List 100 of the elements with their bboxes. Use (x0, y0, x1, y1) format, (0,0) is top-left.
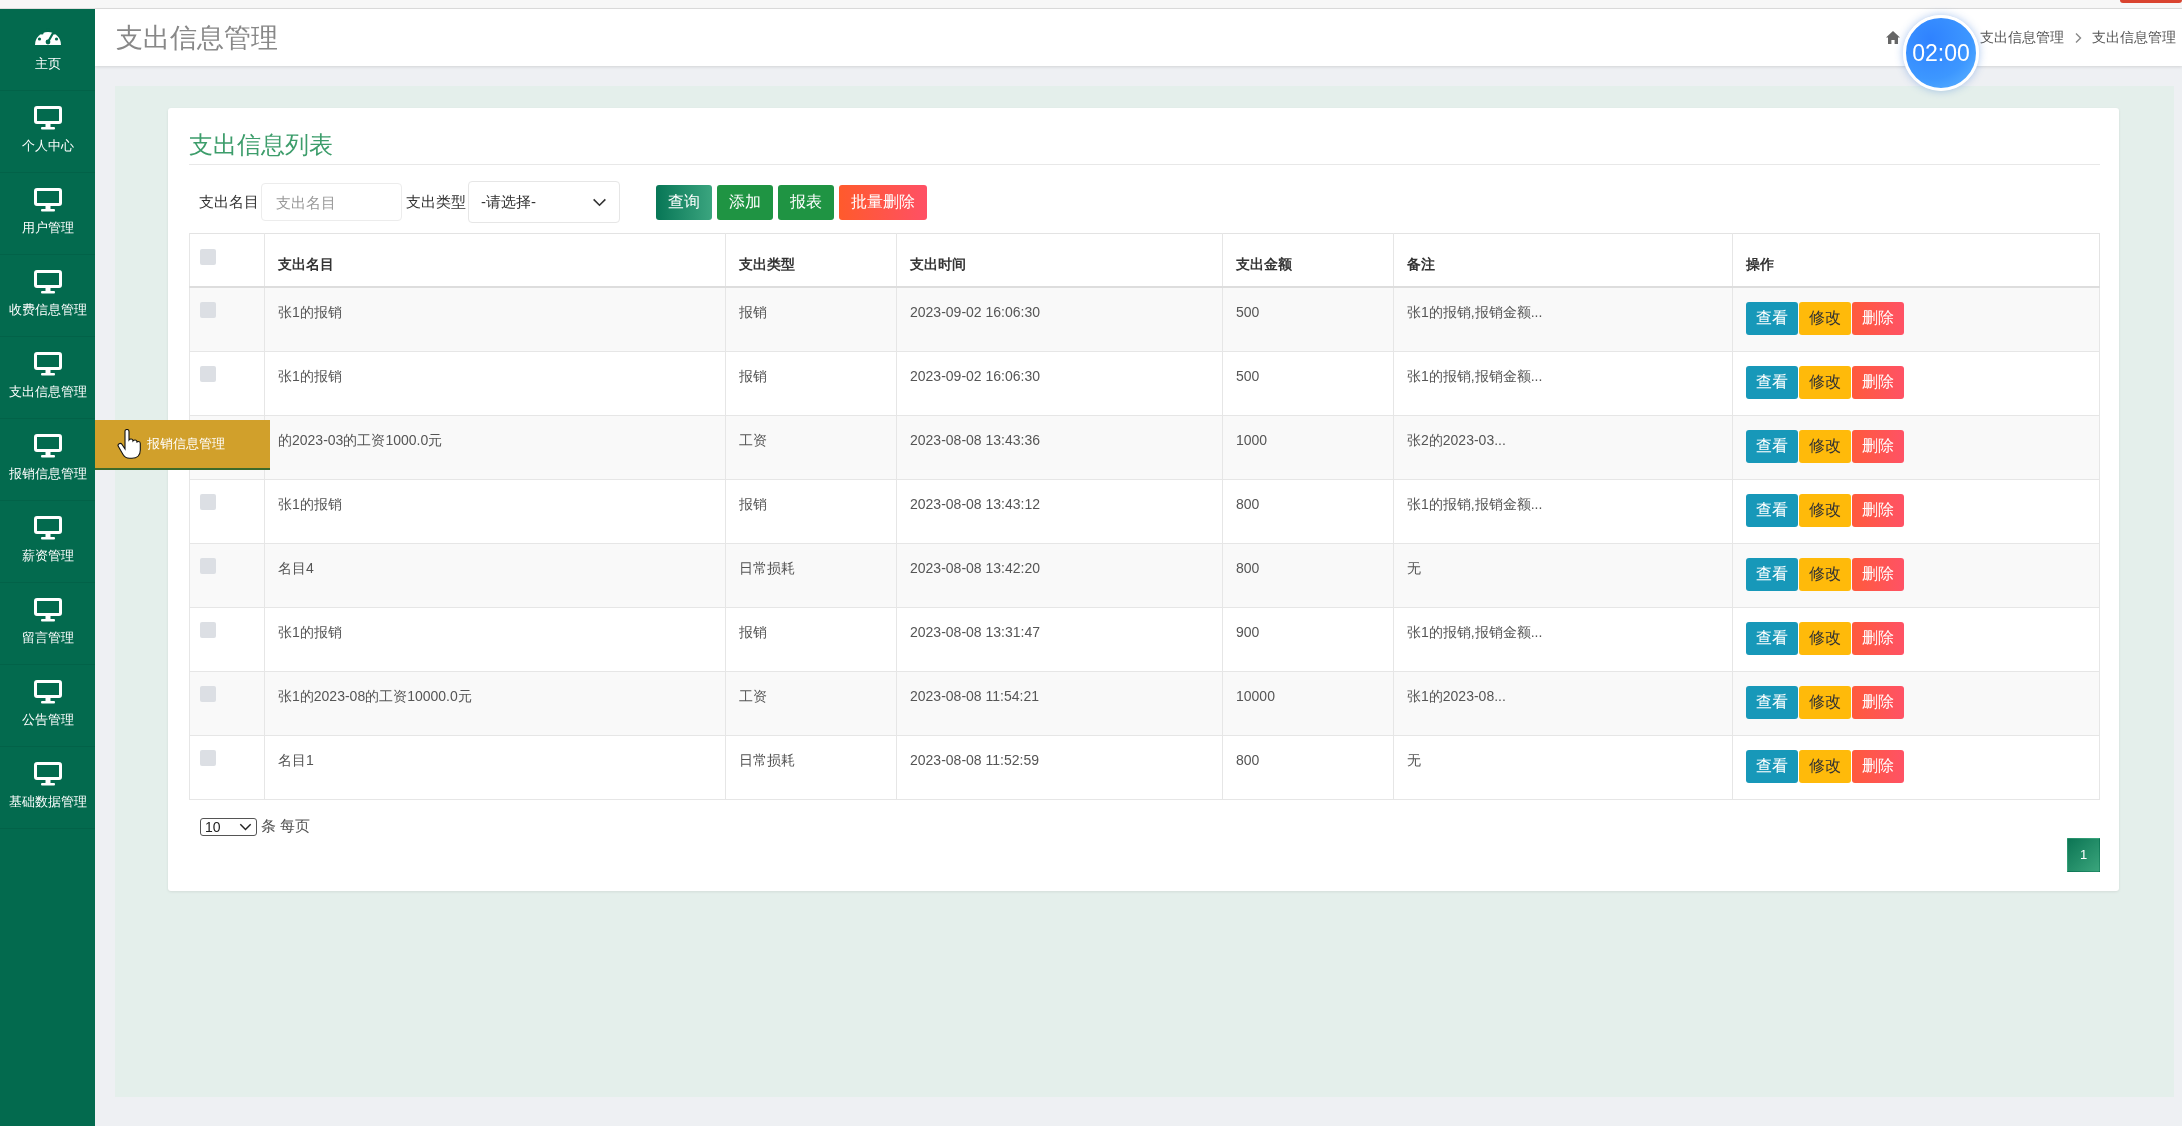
table-cell: 报销 (739, 304, 767, 320)
table-cell: 2023-08-08 13:42:20 (910, 559, 1040, 576)
table-cell: 2023-08-08 13:31:47 (910, 623, 1040, 640)
column-header: 支出类型 (739, 256, 795, 272)
table-cell: 800 (1236, 751, 1260, 768)
sidebar-item[interactable]: 留言管理 (0, 583, 95, 665)
table-cell: 2023-08-08 11:52:59 (910, 751, 1039, 768)
checkbox[interactable] (200, 621, 216, 638)
page-size-select[interactable]: 10 (200, 817, 257, 836)
table-cell: 张1的报销 (278, 623, 342, 640)
table-cell: 张1的报销,报销金额... (1407, 623, 1543, 640)
table-cell: 2023-08-08 13:43:12 (910, 495, 1040, 512)
table-cell: 张1的报销,报销金额... (1407, 495, 1543, 512)
table-cell: 名目4 (278, 559, 314, 576)
table-cell: 张1的2023-08的工资10000.0元 (278, 687, 472, 704)
sidebar-item[interactable]: 基础数据管理 (0, 747, 95, 829)
view-button[interactable]: 查看 (1746, 557, 1798, 591)
table-cell: 张2的2023-03... (1407, 431, 1506, 448)
cut-off-button[interactable] (2120, 0, 2182, 3)
chevron-down-icon (592, 197, 607, 207)
type-select[interactable]: -请选择- (468, 181, 620, 223)
monitor-icon (33, 352, 62, 376)
edit-button[interactable]: 修改 (1799, 749, 1851, 783)
table-cell: 张1的报销,报销金额... (1407, 304, 1543, 320)
table-cell: 500 (1236, 367, 1260, 384)
table-cell: 2023-08-08 13:43:36 (910, 431, 1040, 448)
checkbox[interactable] (200, 749, 216, 766)
column-header: 支出时间 (910, 256, 966, 272)
table-cell: 2023-09-02 16:06:30 (910, 304, 1040, 320)
add-button[interactable]: 添加 (717, 184, 773, 220)
table-cell: 报销 (739, 367, 767, 384)
card-title: 支出信息列表 (189, 131, 333, 158)
table-cell: 报销 (739, 495, 767, 512)
table-cell: 800 (1236, 495, 1260, 512)
table-cell: 的2023-03的工资1000.0元 (278, 431, 443, 448)
sidebar-item[interactable]: 用户管理 (0, 173, 95, 255)
edit-button[interactable]: 修改 (1799, 365, 1851, 399)
monitor-icon (33, 106, 62, 130)
view-button[interactable]: 查看 (1746, 749, 1798, 783)
view-button[interactable]: 查看 (1746, 685, 1798, 719)
table-cell: 工资 (739, 687, 767, 704)
breadcrumb-link[interactable]: 支出信息管理 (1980, 28, 2064, 47)
view-button[interactable]: 查看 (1746, 302, 1798, 335)
hand-cursor-icon (117, 429, 141, 459)
table-cell: 张1的报销 (278, 495, 342, 512)
select-all-checkbox[interactable] (200, 249, 216, 265)
table-cell: 无 (1407, 559, 1421, 576)
view-button[interactable]: 查看 (1746, 621, 1798, 655)
view-button[interactable]: 查看 (1746, 365, 1798, 399)
edit-button[interactable]: 修改 (1799, 429, 1851, 463)
table-cell: 张1的报销 (278, 304, 342, 320)
name-input-field[interactable]: 支出名目 (261, 183, 402, 221)
table-cell: 报销 (739, 623, 767, 640)
table-cell: 张1的2023-08... (1407, 687, 1506, 704)
page-size-label: 条 每页 (261, 817, 311, 836)
table-cell: 900 (1236, 623, 1260, 640)
sidebar-item[interactable]: 收费信息管理 (0, 255, 95, 337)
column-header: 备注 (1407, 256, 1435, 272)
edit-button[interactable]: 修改 (1799, 302, 1851, 335)
table-cell: 名目1 (278, 751, 314, 768)
edit-button[interactable]: 修改 (1799, 621, 1851, 655)
chevron-right-icon (2074, 31, 2082, 44)
sidebar-item[interactable]: 支出信息管理 (0, 337, 95, 419)
column-header: 操作 (1746, 256, 1774, 272)
table-cell: 2023-08-08 11:54:21 (910, 687, 1039, 704)
table-cell: 800 (1236, 559, 1260, 576)
table-cell: 张1的报销,报销金额... (1407, 367, 1543, 384)
checkbox[interactable] (200, 365, 216, 382)
edit-button[interactable]: 修改 (1799, 557, 1851, 591)
page-button[interactable]: 1 (2067, 837, 2100, 872)
table-cell: 张1的报销 (278, 367, 342, 384)
page-title: 支出信息管理 (116, 21, 278, 55)
checkbox[interactable] (200, 685, 216, 702)
view-button[interactable]: 查看 (1746, 493, 1798, 527)
monitor-icon (33, 762, 62, 786)
checkbox[interactable] (200, 557, 216, 574)
checkbox[interactable] (200, 493, 216, 510)
home-icon[interactable] (1886, 31, 1900, 44)
filter-label: 支出名目 (199, 192, 259, 212)
table-cell: 2023-09-02 16:06:30 (910, 367, 1040, 384)
table-cell: 日常损耗 (739, 751, 795, 768)
sidebar-item[interactable]: 公告管理 (0, 665, 95, 747)
tooltip-text: 报销信息管理 (147, 435, 225, 453)
column-header: 支出名目 (278, 256, 334, 272)
monitor-icon (33, 434, 62, 458)
monitor-icon (33, 598, 62, 622)
sidebar-item[interactable]: 个人中心 (0, 91, 95, 173)
monitor-icon (33, 188, 62, 212)
checkbox[interactable] (200, 302, 216, 318)
edit-button[interactable]: 修改 (1799, 493, 1851, 527)
sidebar-item[interactable]: 薪资管理 (0, 501, 95, 583)
search-button[interactable]: 查询 (656, 184, 712, 220)
monitor-icon (33, 680, 62, 704)
edit-button[interactable]: 修改 (1799, 685, 1851, 719)
table-cell: 1000 (1236, 431, 1268, 448)
view-button[interactable]: 查看 (1746, 429, 1798, 463)
report-button[interactable]: 报表 (778, 184, 834, 220)
table-cell: 10000 (1236, 687, 1275, 704)
chevron-down-icon (239, 822, 252, 831)
table-cell: 工资 (739, 431, 767, 448)
